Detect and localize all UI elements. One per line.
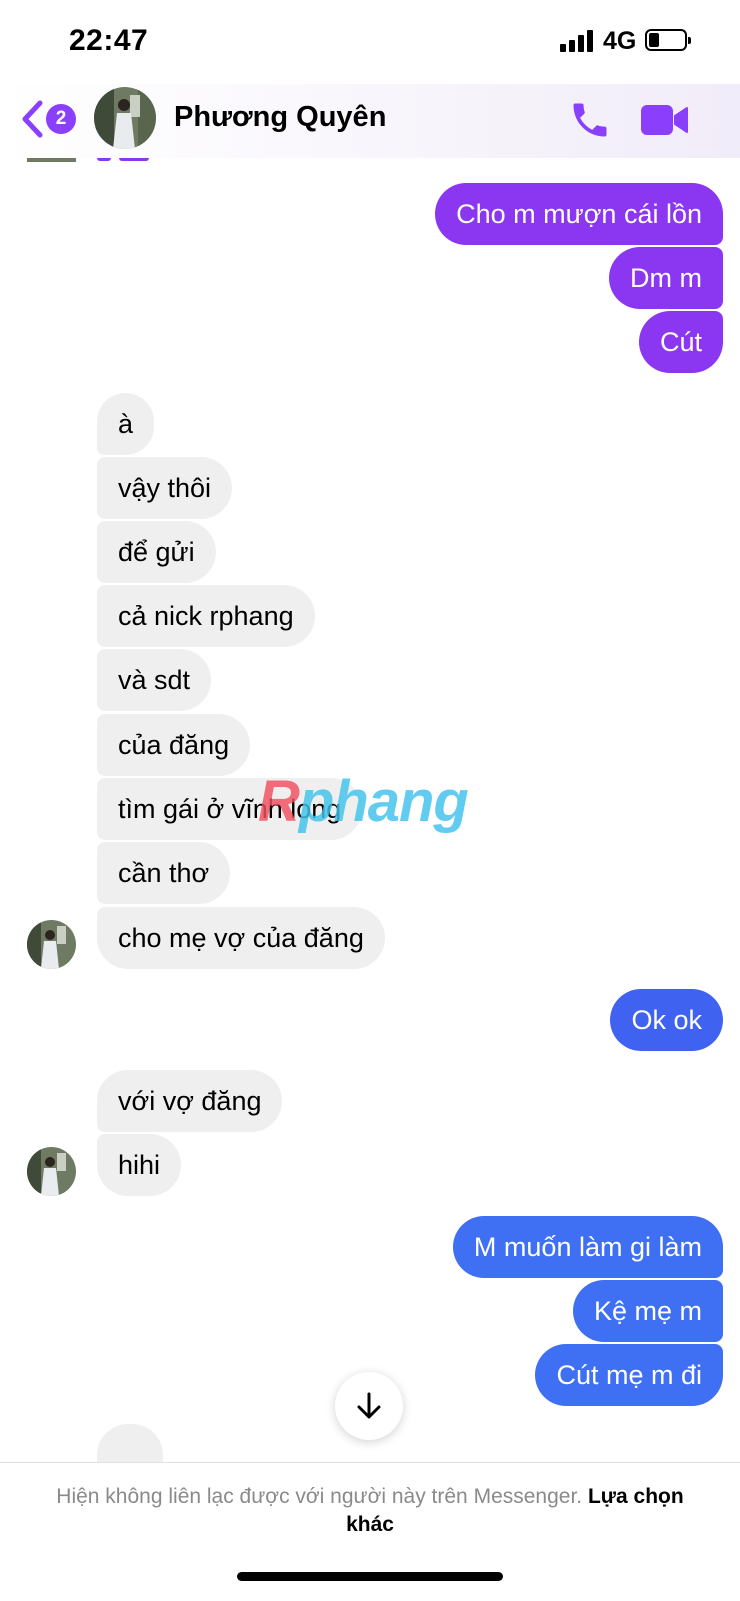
message-bubble-incoming[interactable]: và sdt — [97, 649, 212, 711]
notice-text: Hiện không liên lạc được với người này t… — [56, 1485, 583, 1508]
battery-icon — [645, 29, 691, 51]
back-button[interactable]: 2 — [20, 98, 80, 140]
home-indicator[interactable] — [237, 1572, 503, 1581]
status-bar: 22:47 4G — [0, 0, 740, 84]
message-bubble-outgoing[interactable]: Cút — [638, 311, 723, 373]
contact-avatar-small[interactable] — [27, 920, 76, 969]
chat-header: 2 Phương Quyên — [0, 84, 740, 158]
chevron-left-icon — [22, 100, 43, 138]
watermark-logo: Rphang — [258, 769, 469, 834]
contact-name[interactable]: Phương Quyên — [174, 101, 386, 134]
network-type: 4G — [603, 27, 637, 55]
contact-avatar-small[interactable] — [27, 1147, 76, 1196]
status-time: 22:47 — [69, 24, 149, 57]
message-bubble-outgoing[interactable]: Dm m — [609, 247, 723, 309]
message-bubble-incoming[interactable]: cho mẹ vợ của đăng — [97, 907, 385, 969]
voice-call-button[interactable] — [568, 98, 612, 142]
message-bubble-incoming[interactable]: vậy thôi — [97, 457, 233, 519]
unavailable-notice: Hiện không liên lạc được với người này t… — [40, 1483, 700, 1539]
video-call-button[interactable] — [641, 100, 689, 140]
video-camera-icon — [641, 105, 688, 135]
message-bubble-incoming[interactable]: cả nick rphang — [97, 585, 315, 647]
message-bubble-incoming[interactable]: à — [97, 393, 155, 455]
message-bubble-outgoing[interactable]: Cho m mượn cái lồn — [435, 183, 723, 245]
arrow-down-icon — [357, 1392, 381, 1419]
message-bubble-partial — [97, 1424, 163, 1462]
message-bubble-outgoing[interactable]: Kệ mẹ m — [572, 1280, 723, 1342]
contact-avatar[interactable] — [94, 87, 156, 149]
unread-badge: 2 — [46, 104, 76, 134]
message-bubble-incoming[interactable]: cần thơ — [97, 842, 231, 904]
signal-icon — [560, 30, 596, 52]
message-bubble-outgoing[interactable]: M muốn làm gi làm — [452, 1216, 723, 1278]
phone-icon — [573, 103, 607, 137]
scroll-to-bottom-button[interactable] — [335, 1372, 403, 1440]
message-bubble-outgoing[interactable]: Cút mẹ m đi — [535, 1344, 723, 1406]
message-bubble-outgoing[interactable]: Ok ok — [610, 989, 723, 1051]
message-bubble-incoming[interactable]: hihi — [97, 1134, 182, 1196]
message-bubble-incoming[interactable]: để gửi — [97, 521, 216, 583]
message-bubble-incoming[interactable]: với vợ đăng — [97, 1070, 283, 1132]
message-bubble-incoming[interactable]: của đăng — [97, 714, 251, 776]
